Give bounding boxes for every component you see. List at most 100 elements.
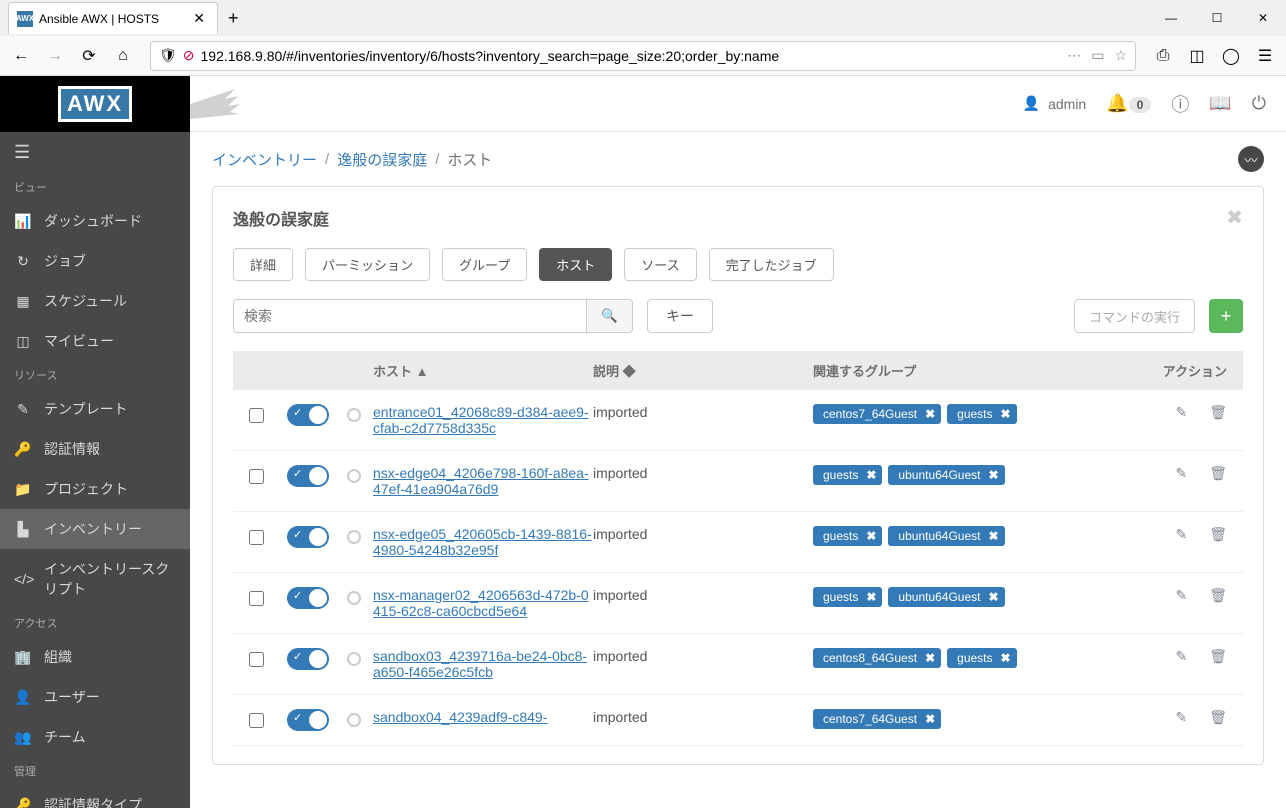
remove-tag-icon[interactable]: ✖	[989, 529, 999, 543]
edit-icon[interactable]: ✎	[1175, 709, 1187, 726]
url-more-icon[interactable]: ⋯	[1067, 47, 1081, 64]
group-tag[interactable]: centos7_64Guest✖	[813, 709, 941, 729]
notifications-icon[interactable]: 🔔0	[1106, 93, 1151, 114]
tab-close-icon[interactable]: ✕	[189, 10, 209, 27]
delete-icon[interactable]: 🗑	[1209, 526, 1227, 543]
minimize-button[interactable]: —	[1148, 2, 1194, 34]
group-tag[interactable]: centos8_64Guest✖	[813, 648, 941, 668]
sidebar-item-orgs[interactable]: 🏢組織	[0, 637, 190, 677]
host-link[interactable]: nsx-edge05_420605cb-1439-8816-4980-54248…	[373, 526, 592, 558]
close-window-button[interactable]: ✕	[1240, 2, 1286, 34]
group-tag[interactable]: centos7_64Guest✖	[813, 404, 941, 424]
current-user[interactable]: 👤 admin	[1023, 95, 1087, 112]
sidebar-item-cred-types[interactable]: 🔑認証情報タイプ	[0, 785, 190, 808]
row-checkbox[interactable]	[249, 591, 264, 606]
tab-sources[interactable]: ソース	[624, 248, 696, 281]
logout-icon[interactable]: ⏻	[1252, 93, 1266, 114]
account-icon[interactable]: ◯	[1216, 41, 1246, 71]
back-button[interactable]: ←	[6, 41, 36, 71]
tab-completed-jobs[interactable]: 完了したジョブ	[709, 248, 834, 281]
host-link[interactable]: nsx-edge04_4206e798-160f-a8ea-47ef-41ea9…	[373, 465, 589, 497]
new-tab-button[interactable]: +	[218, 8, 249, 29]
remove-tag-icon[interactable]: ✖	[989, 468, 999, 482]
row-checkbox[interactable]	[249, 469, 264, 484]
remove-tag-icon[interactable]: ✖	[925, 407, 935, 421]
col-host[interactable]: ホスト ▲	[373, 361, 593, 380]
group-tag[interactable]: guests✖	[813, 526, 882, 546]
sidebar-item-users[interactable]: 👤ユーザー	[0, 677, 190, 717]
crumb-inventory[interactable]: 逸般の誤家庭	[337, 149, 427, 170]
search-input[interactable]	[233, 299, 587, 333]
sidebar-item-projects[interactable]: 📁プロジェクト	[0, 469, 190, 509]
group-tag[interactable]: ubuntu64Guest✖	[888, 526, 1004, 546]
sidebar-item-teams[interactable]: 👥チーム	[0, 717, 190, 757]
host-enabled-toggle[interactable]	[287, 648, 329, 670]
row-checkbox[interactable]	[249, 408, 264, 423]
host-link[interactable]: sandbox04_4239adf9-c849-	[373, 709, 559, 725]
group-tag[interactable]: ubuntu64Guest✖	[888, 465, 1004, 485]
col-desc[interactable]: 説明 ◆	[593, 361, 813, 380]
edit-icon[interactable]: ✎	[1175, 648, 1187, 665]
docs-icon[interactable]: 📖	[1209, 93, 1231, 114]
forward-button[interactable]: →	[40, 41, 70, 71]
edit-icon[interactable]: ✎	[1175, 465, 1187, 482]
tab-permissions[interactable]: パーミッション	[305, 248, 430, 281]
row-checkbox[interactable]	[249, 530, 264, 545]
sidebar-item-credentials[interactable]: 🔑認証情報	[0, 429, 190, 469]
delete-icon[interactable]: 🗑	[1209, 709, 1227, 726]
run-command-button[interactable]: コマンドの実行	[1074, 299, 1195, 333]
search-button[interactable]: 🔍	[587, 299, 633, 333]
edit-icon[interactable]: ✎	[1175, 587, 1187, 604]
reload-button[interactable]: ⟳	[74, 41, 104, 71]
sidebar-item-inv-scripts[interactable]: </>インベントリースクリプト	[0, 549, 190, 609]
remove-tag-icon[interactable]: ✖	[989, 590, 999, 604]
maximize-button[interactable]: ☐	[1194, 2, 1240, 34]
group-tag[interactable]: ubuntu64Guest✖	[888, 587, 1004, 607]
host-enabled-toggle[interactable]	[287, 526, 329, 548]
sidebar-icon[interactable]: ◫	[1182, 41, 1212, 71]
delete-icon[interactable]: 🗑	[1209, 587, 1227, 604]
menu-icon[interactable]: ☰	[1250, 41, 1280, 71]
host-link[interactable]: sandbox03_4239716a-be24-0bc8-a650-f465e2…	[373, 648, 587, 680]
group-tag[interactable]: guests✖	[947, 648, 1016, 668]
tab-groups[interactable]: グループ	[442, 248, 527, 281]
crumb-inventories[interactable]: インベントリー	[212, 149, 317, 170]
sidebar-item-inventories[interactable]: ▙インベントリー	[0, 509, 190, 549]
sidebar-toggle[interactable]: ☰	[0, 132, 190, 173]
reader-icon[interactable]: ▭	[1091, 47, 1104, 64]
group-tag[interactable]: guests✖	[947, 404, 1016, 424]
remove-tag-icon[interactable]: ✖	[866, 529, 876, 543]
awx-logo[interactable]: AWX	[58, 86, 132, 122]
host-enabled-toggle[interactable]	[287, 465, 329, 487]
remove-tag-icon[interactable]: ✖	[925, 651, 935, 665]
sidebar-item-dashboard[interactable]: 📊ダッシュボード	[0, 201, 190, 241]
shield-icon[interactable]: 🛡	[159, 47, 177, 64]
insecure-icon[interactable]: ⊘	[183, 47, 195, 64]
key-button[interactable]: キー	[647, 299, 713, 333]
delete-icon[interactable]: 🗑	[1209, 465, 1227, 482]
remove-tag-icon[interactable]: ✖	[1001, 651, 1011, 665]
edit-icon[interactable]: ✎	[1175, 404, 1187, 421]
sidebar-item-jobs[interactable]: ↻ジョブ	[0, 241, 190, 281]
info-icon[interactable]: ⓘ	[1171, 91, 1189, 117]
host-link[interactable]: entrance01_42068c89-d384-aee9-cfab-c2d77…	[373, 404, 589, 436]
tab-hosts[interactable]: ホスト	[539, 248, 612, 281]
tab-details[interactable]: 詳細	[233, 248, 293, 281]
group-tag[interactable]: guests✖	[813, 587, 882, 607]
panel-close-icon[interactable]: ✖	[1226, 205, 1243, 230]
row-checkbox[interactable]	[249, 652, 264, 667]
url-bar[interactable]: 🛡 ⊘ 192.168.9.80/#/inventories/inventory…	[150, 41, 1136, 71]
remove-tag-icon[interactable]: ✖	[1001, 407, 1011, 421]
remove-tag-icon[interactable]: ✖	[925, 712, 935, 726]
sidebar-item-myview[interactable]: ◫マイビュー	[0, 321, 190, 361]
host-enabled-toggle[interactable]	[287, 587, 329, 609]
sidebar-item-schedules[interactable]: ▦スケジュール	[0, 281, 190, 321]
activity-stream-icon[interactable]: 〰	[1238, 146, 1264, 172]
sidebar-item-templates[interactable]: ✎テンプレート	[0, 389, 190, 429]
host-enabled-toggle[interactable]	[287, 709, 329, 731]
remove-tag-icon[interactable]: ✖	[866, 590, 876, 604]
delete-icon[interactable]: 🗑	[1209, 404, 1227, 421]
host-enabled-toggle[interactable]	[287, 404, 329, 426]
home-button[interactable]: ⌂	[108, 41, 138, 71]
edit-icon[interactable]: ✎	[1175, 526, 1187, 543]
